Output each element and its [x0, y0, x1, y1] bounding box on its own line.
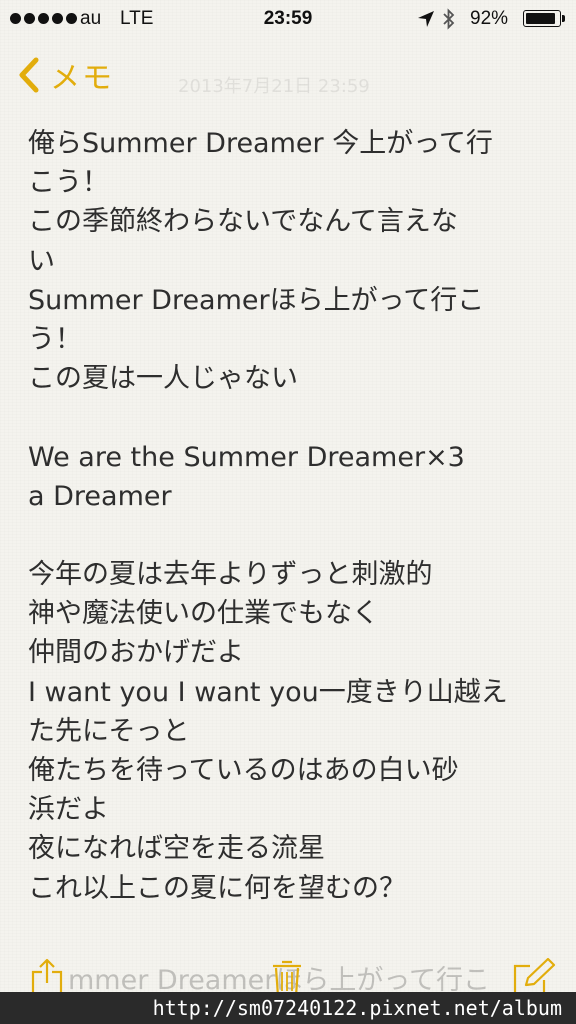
note-line: 今年の夏は去年よりずっと刺激的 [28, 559, 433, 591]
note-date-ghost: 2013年7月21日 23:59 [178, 76, 370, 97]
location-arrow-icon [418, 11, 434, 27]
note-line [28, 398, 563, 437]
back-to-notes-button[interactable]: メモ [14, 54, 114, 96]
battery-level-fill [526, 13, 555, 24]
note-line: 仲間のおかげだよ [28, 637, 244, 669]
note-line: う！ [28, 323, 82, 355]
note-line: Summer Dreamerほら上がって行こ [28, 284, 485, 316]
back-label: メモ [50, 61, 114, 96]
note-line: この季節終わらないでなんて言えな [28, 206, 458, 238]
battery-percent: 92% [470, 8, 509, 29]
battery-icon [523, 10, 561, 27]
watermark-url: http://sm07240122.pixnet.net/album [0, 992, 576, 1024]
bluetooth-icon [443, 8, 455, 30]
note-line: これ以上この夏に何を望むの？ [28, 872, 406, 904]
note-line: a Dreamer [28, 480, 172, 512]
share-icon[interactable] [30, 958, 64, 996]
bottom-toolbar [0, 950, 576, 998]
note-line: We are the Summer Dreamer×3 [28, 441, 465, 473]
note-line: 俺らSummer Dreamer 今上がって行 [28, 128, 493, 159]
note-line: た先にそっと [28, 715, 190, 747]
note-line: 神や魔法使いの仕業でもなく [28, 598, 379, 630]
note-line: I want you I want you一度きり山越え [28, 676, 508, 708]
battery-tip [562, 15, 565, 22]
note-line: 夜になれば空を走る流星 [28, 833, 325, 865]
note-line [28, 516, 563, 555]
note-line: 俺たちを待っているのはあの白い砂 [28, 755, 459, 786]
note-line: こう！ [28, 167, 109, 199]
note-line: 浜だよ [28, 794, 109, 826]
note-line: い [28, 245, 55, 277]
note-line: この夏は一人じゃない [28, 363, 298, 395]
chevron-left-icon [19, 57, 39, 93]
note-text-body[interactable]: 俺らSummer Dreamer 今上がって行 こう！ この季節終わらないでなんて言… [28, 124, 563, 908]
status-bar: au LTE 23:59 92% [0, 0, 576, 38]
